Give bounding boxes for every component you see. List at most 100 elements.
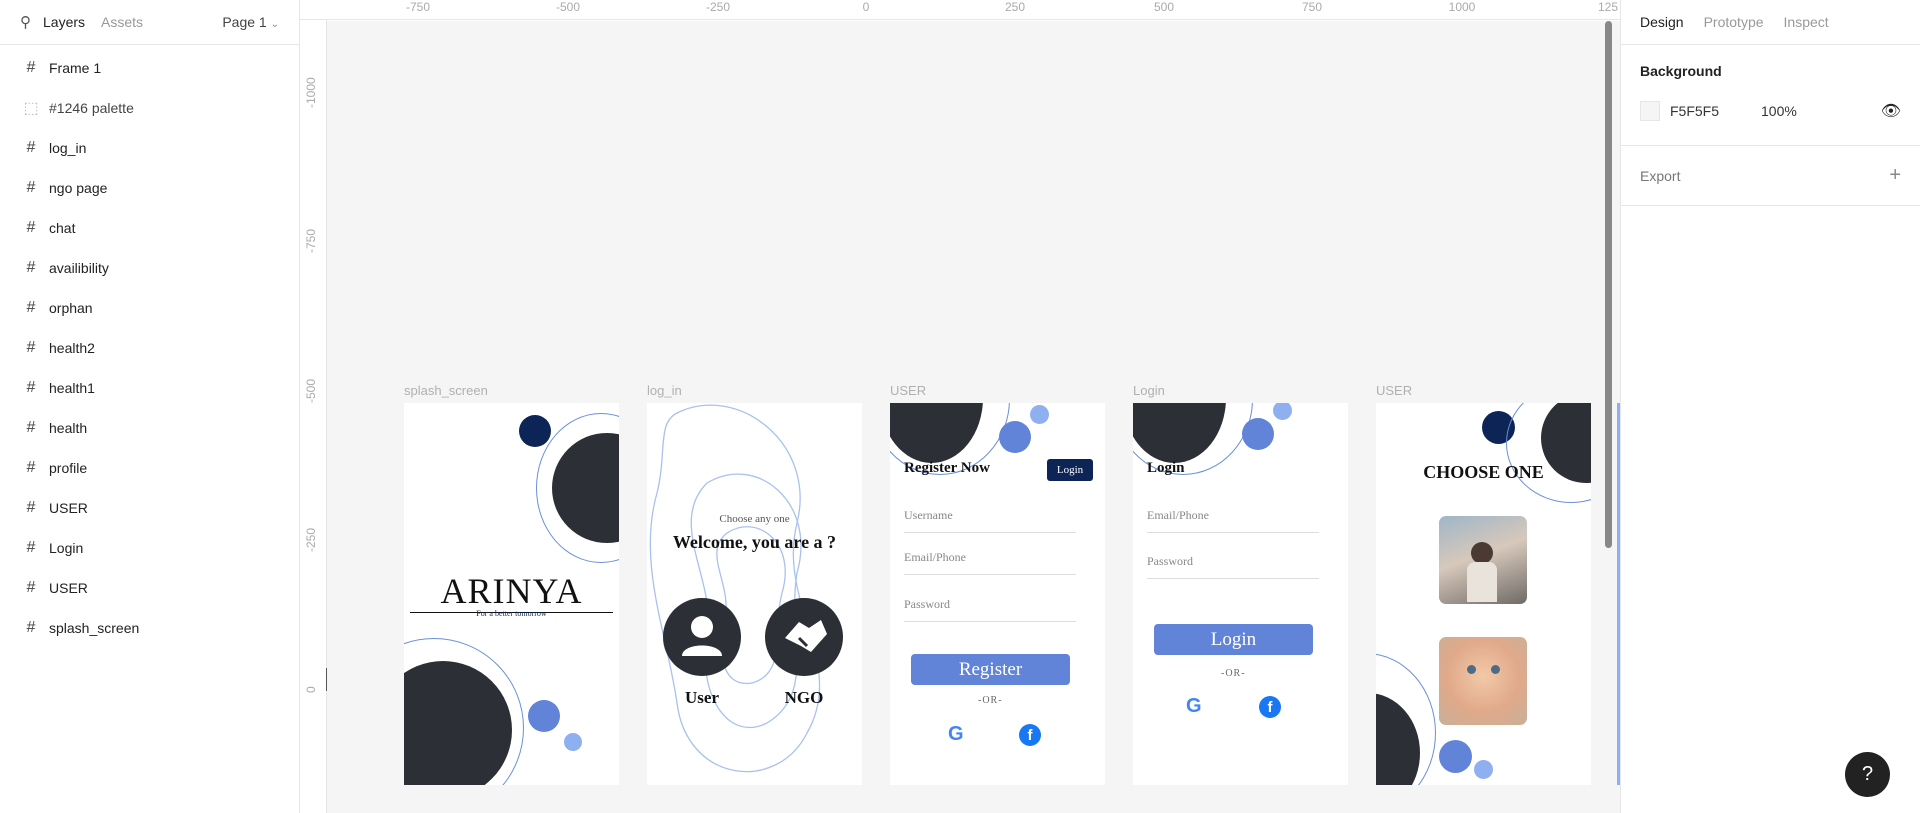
layer-list: # Frame 1 ⬚ #1246 palette # log_in # ngo pag…: [0, 45, 299, 648]
user-option-label: User: [685, 688, 719, 707]
tab-prototype[interactable]: Prototype: [1704, 14, 1764, 30]
layer-item[interactable]: # health: [0, 408, 299, 448]
frame-login[interactable]: Login Email/Phone Password Login -OR- G …: [1133, 403, 1348, 785]
frame-icon: #: [26, 459, 36, 476]
ngo-option-label: NGO: [784, 688, 824, 707]
google-icon[interactable]: G: [948, 723, 964, 746]
email-field[interactable]: Email/Phone: [1147, 508, 1319, 533]
ruler-tick: 500: [1153, 0, 1175, 14]
navy-dot: [519, 415, 551, 447]
background-swatch[interactable]: [1640, 101, 1660, 121]
blue-dot: [1439, 740, 1472, 773]
frame-label-choose[interactable]: USER: [1376, 383, 1412, 398]
layer-item[interactable]: # health1: [0, 368, 299, 408]
facebook-icon[interactable]: f: [1259, 696, 1281, 718]
tab-inspect[interactable]: Inspect: [1784, 14, 1829, 30]
background-title: Background: [1640, 63, 1722, 79]
woman-photo[interactable]: [1439, 516, 1527, 604]
ruler-tick: -250: [304, 527, 318, 552]
frame-icon: #: [26, 339, 36, 356]
register-title: Register Now: [904, 460, 990, 476]
page-select-label: Page 1: [222, 14, 267, 30]
login-submit-button[interactable]: Login: [1154, 624, 1313, 655]
layer-item[interactable]: # USER: [0, 568, 299, 608]
password-field[interactable]: Password: [1147, 554, 1319, 579]
layer-item[interactable]: # availibility: [0, 248, 299, 288]
app-tagline: For a better tomorrow: [476, 609, 547, 618]
design-panel-header: Design Prototype Inspect: [1621, 0, 1920, 45]
layer-item[interactable]: # Frame 1: [0, 48, 299, 88]
layer-item[interactable]: # log_in: [0, 128, 299, 168]
eye-icon[interactable]: 👁: [1881, 101, 1901, 121]
canvas-scrollbar[interactable]: [1605, 21, 1612, 548]
layer-name: USER: [49, 500, 88, 516]
background-row: F5F5F5 100% 👁: [1640, 101, 1901, 121]
blue-dot: [528, 700, 560, 732]
frame-icon: #: [26, 619, 36, 636]
design-panel: Design Prototype Inspect Background F5F5…: [1620, 0, 1920, 813]
background-hex[interactable]: F5F5F5: [1670, 103, 1719, 119]
add-export-icon[interactable]: +: [1889, 164, 1901, 187]
frame-label-log-in[interactable]: log_in: [647, 383, 682, 398]
layer-item[interactable]: # chat: [0, 208, 299, 248]
tab-layers[interactable]: Layers: [43, 14, 85, 30]
layer-item[interactable]: # splash_screen: [0, 608, 299, 648]
register-button[interactable]: Register: [911, 654, 1070, 685]
frame-register[interactable]: Register Now Login Username Email/Phone …: [890, 403, 1105, 785]
frame-icon: #: [26, 179, 36, 196]
layer-name: chat: [49, 220, 76, 236]
frame-icon: #: [26, 379, 36, 396]
tab-design[interactable]: Design: [1640, 14, 1684, 30]
user-option-button[interactable]: [663, 598, 741, 676]
vertical-ruler: -1000 -750 -500 -250 0: [300, 20, 327, 813]
ngo-option-button[interactable]: [765, 598, 843, 676]
frame-icon: #: [26, 579, 36, 596]
tab-assets[interactable]: Assets: [101, 14, 143, 30]
ruler-tick: 1000: [1448, 0, 1476, 14]
username-field[interactable]: Username: [904, 508, 1076, 533]
frame-icon: #: [26, 539, 36, 556]
email-field[interactable]: Email/Phone: [904, 550, 1076, 575]
frame-splash-screen[interactable]: ARINYA For a better tomorrow: [404, 403, 619, 785]
baby-photo[interactable]: [1439, 637, 1527, 725]
layer-item[interactable]: # profile: [0, 448, 299, 488]
page-select[interactable]: Page 1 ⌄: [222, 14, 279, 30]
or-divider: -OR-: [978, 695, 1003, 706]
export-section: Export +: [1621, 146, 1920, 206]
ruler-tick: -500: [555, 0, 581, 14]
search-icon[interactable]: ⚲: [20, 13, 31, 31]
ruler-tick: -500: [304, 378, 318, 403]
background-opacity[interactable]: 100%: [1761, 103, 1797, 119]
light-blue-dot: [564, 733, 582, 751]
frame-label-login[interactable]: Login: [1133, 383, 1165, 398]
layer-item[interactable]: # orphan: [0, 288, 299, 328]
frame-icon: #: [26, 499, 36, 516]
login-title: Login: [1147, 460, 1185, 476]
layer-item[interactable]: ⬚ #1246 palette: [0, 88, 299, 128]
login-button[interactable]: Login: [1047, 459, 1093, 481]
user-icon: [682, 616, 722, 656]
layer-name: Frame 1: [49, 60, 102, 76]
frame-label-register[interactable]: USER: [890, 383, 926, 398]
horizontal-ruler: -750 -500 -250 0 250 500 750 1000 125: [300, 0, 1620, 20]
light-blue-dot: [1030, 405, 1049, 424]
google-icon[interactable]: G: [1186, 695, 1202, 718]
layer-name: health1: [49, 380, 95, 396]
layer-item[interactable]: # USER: [0, 488, 299, 528]
layer-name: orphan: [49, 300, 93, 316]
password-field[interactable]: Password: [904, 597, 1076, 622]
ruler-tick: -1000: [304, 77, 318, 108]
facebook-icon[interactable]: f: [1019, 724, 1041, 746]
layer-item[interactable]: # ngo page: [0, 168, 299, 208]
frame-icon: #: [26, 299, 36, 316]
frame-label-splash[interactable]: splash_screen: [404, 383, 488, 398]
help-button[interactable]: ?: [1845, 752, 1890, 797]
layer-item[interactable]: # Login: [0, 528, 299, 568]
ruler-tick: 125: [1597, 0, 1619, 14]
blue-dot: [1242, 418, 1274, 450]
layer-item[interactable]: # health2: [0, 328, 299, 368]
frame-choose-one[interactable]: CHOOSE ONE: [1376, 403, 1591, 785]
ruler-tick: 0: [304, 686, 318, 693]
handshake-icon: [785, 620, 827, 652]
frame-log-in[interactable]: Choose any one Welcome, you are a ? User…: [647, 403, 862, 785]
